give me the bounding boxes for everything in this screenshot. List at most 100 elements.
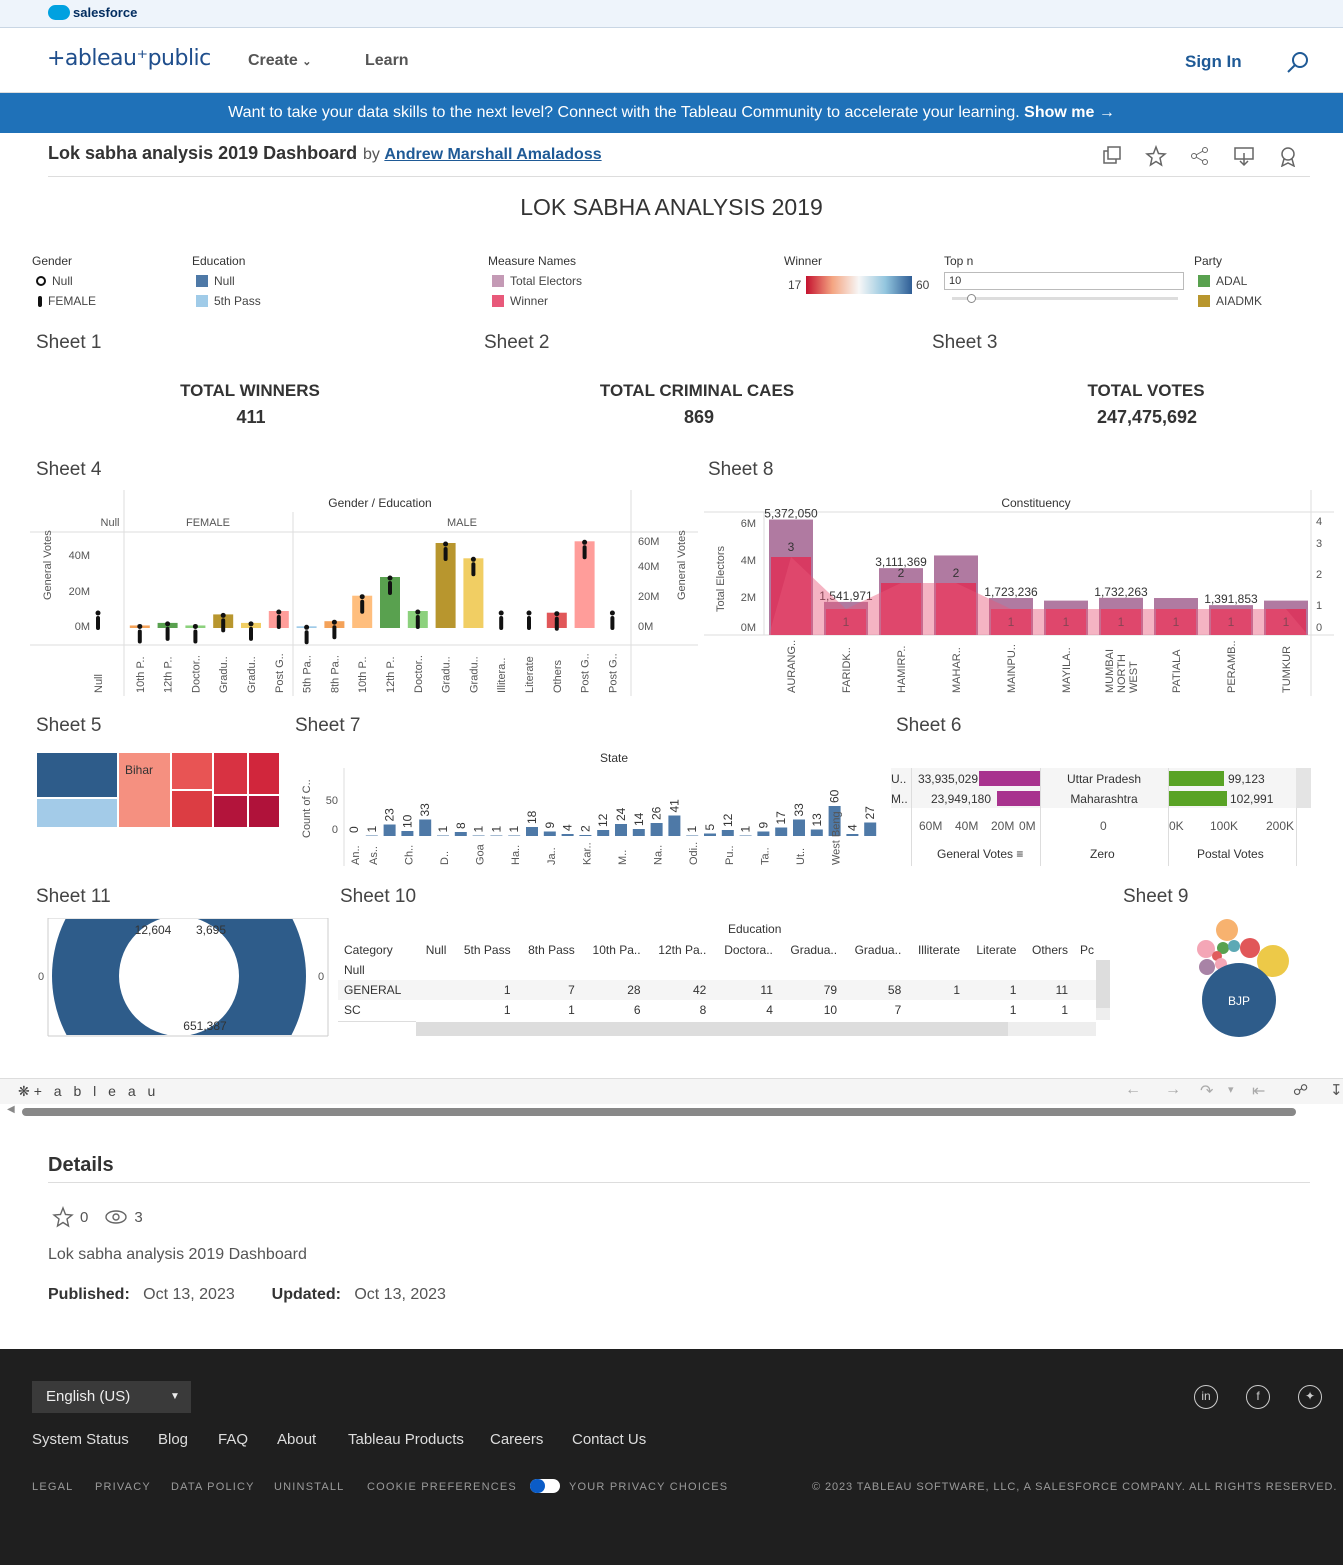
sheet10-table[interactable]: Category Null 5th Pass 8th Pass 10th Pa.. 12t… [340,940,1098,1020]
column-header[interactable]: Gradua.. [841,940,905,960]
general-votes-bar[interactable] [997,791,1040,806]
horizontal-scrollbar[interactable] [22,1108,1296,1116]
footer-link[interactable]: System Status [32,1431,129,1448]
share-icon[interactable]: ☍ [1293,1081,1308,1099]
table-row[interactable]: Null [340,960,1098,980]
bar[interactable] [650,823,663,836]
column-header[interactable]: Doctora.. [710,940,777,960]
bubble[interactable] [1216,919,1238,941]
download-icon[interactable] [1233,145,1255,167]
sheet4-chart[interactable]: Gender / Education Null FEMALE MALE Gene… [30,490,698,696]
bar[interactable] [561,834,574,836]
legal-link[interactable]: UNINSTALL [274,1481,345,1493]
redo-icon[interactable]: → [1165,1081,1181,1099]
bar[interactable] [472,835,485,837]
legal-link[interactable]: PRIVACY [95,1481,151,1493]
show-me-link[interactable]: Show me → [1024,104,1115,121]
bar[interactable] [365,835,378,837]
bar[interactable] [704,833,716,837]
column-header[interactable]: 8th Pass [515,940,579,960]
privacy-toggle-icon[interactable] [530,1479,560,1493]
bar[interactable] [757,831,770,837]
sheet6-table[interactable]: U.. M.. 33,935,029 23,949,180 Uttar Prad… [891,768,1311,868]
bar[interactable] [739,835,752,837]
bubble[interactable] [1240,938,1260,958]
bar[interactable] [793,819,805,837]
salesforce-logo[interactable]: salesforce [48,5,137,20]
tableau-public-logo[interactable]: +ableau⁺public [47,46,211,71]
treemap-cell[interactable] [171,790,213,828]
scroll-left-icon[interactable]: ◀ [7,1104,15,1115]
bar[interactable] [490,835,503,837]
language-select[interactable]: English (US) ▼ [32,1381,191,1413]
bar[interactable] [597,830,610,836]
bar[interactable] [383,824,396,837]
bar[interactable] [526,827,538,836]
reset-icon[interactable]: ⇤ [1252,1081,1265,1101]
star-icon[interactable] [1145,145,1167,167]
bar[interactable] [846,834,859,836]
education-legend-item[interactable]: 5th Pass [196,294,261,308]
column-header[interactable]: Illiterate [905,940,964,960]
copy-icon[interactable] [1101,145,1123,167]
bar[interactable] [615,824,627,836]
linkedin-icon[interactable]: in [1194,1385,1218,1409]
general-votes-bar[interactable] [979,771,1040,786]
column-header[interactable]: General Votes ≡ [937,847,1023,861]
treemap-cell[interactable] [36,752,118,798]
treemap-cell-bihar[interactable]: Bihar [118,752,171,828]
sign-in-link[interactable]: Sign In [1185,52,1242,72]
bar[interactable] [810,829,823,837]
column-header[interactable]: 10th Pa.. [579,940,645,960]
gender-legend-item[interactable]: FEMALE [38,294,96,308]
measure-legend-item[interactable]: Winner [492,294,548,308]
top-n-slider-handle[interactable] [967,294,976,303]
column-header[interactable]: Pc [1072,940,1098,960]
legal-link[interactable]: COOKIE PREFERENCES [367,1481,517,1493]
twitter-icon[interactable]: ✦ [1298,1385,1322,1409]
party-legend-item[interactable]: AIADMK [1198,294,1262,308]
table-row[interactable]: GENERAL 1 7 28 42 11 79 58 1 1 11 [340,980,1098,1000]
bar[interactable] [401,831,414,836]
legal-link[interactable]: DATA POLICY [171,1481,255,1493]
sort-icon[interactable]: ≡ [1016,847,1023,861]
sheet5-treemap[interactable]: Bihar [36,752,280,828]
legal-link[interactable]: YOUR PRIVACY CHOICES [569,1481,728,1493]
treemap-cell[interactable] [248,752,280,795]
column-header[interactable]: 5th Pass [450,940,514,960]
sheet11-donut[interactable]: 12,604 3,695 651,387 0 0 [30,918,330,1038]
bubble[interactable] [1228,940,1240,952]
treemap-cell[interactable] [248,795,280,828]
treemap-cell[interactable] [171,752,213,790]
star-icon[interactable] [52,1206,74,1228]
measure-legend-item[interactable]: Total Electors [492,274,582,288]
bar[interactable] [579,835,592,836]
chevron-down-icon[interactable]: ▾ [1228,1083,1234,1096]
nav-learn[interactable]: Learn [365,52,409,70]
horizontal-scrollbar[interactable] [416,1022,1096,1036]
author-link[interactable]: Andrew Marshall Amaladoss [384,146,601,163]
column-header[interactable]: 12th Pa.. [645,940,711,960]
column-header[interactable]: Gradua.. [777,940,841,960]
postal-votes-bar[interactable] [1169,771,1224,786]
bubble[interactable] [1199,959,1215,975]
nav-create[interactable]: Create ⌄ [248,52,311,70]
treemap-cell[interactable] [36,798,118,828]
bar[interactable] [508,835,521,837]
gender-legend-item[interactable]: Null [36,274,73,288]
table-row[interactable]: SC 1 1 6 8 4 10 7 1 1 [340,1000,1098,1020]
undo-icon[interactable]: ← [1125,1081,1141,1099]
legal-link[interactable]: LEGAL [32,1481,73,1493]
top-n-input[interactable]: 10 [944,272,1184,290]
footer-link[interactable]: FAQ [218,1431,248,1448]
bar[interactable] [864,822,877,837]
postal-votes-bar[interactable] [1169,791,1227,806]
top-n-slider-track[interactable] [952,297,1178,300]
footer-link[interactable]: Blog [158,1431,188,1448]
footer-link[interactable]: Careers [490,1431,543,1448]
education-legend-item[interactable]: Null [196,274,235,288]
column-header[interactable]: Category [340,940,417,960]
bar[interactable] [668,815,681,837]
bar[interactable] [721,830,734,836]
column-header[interactable]: Null [417,940,451,960]
